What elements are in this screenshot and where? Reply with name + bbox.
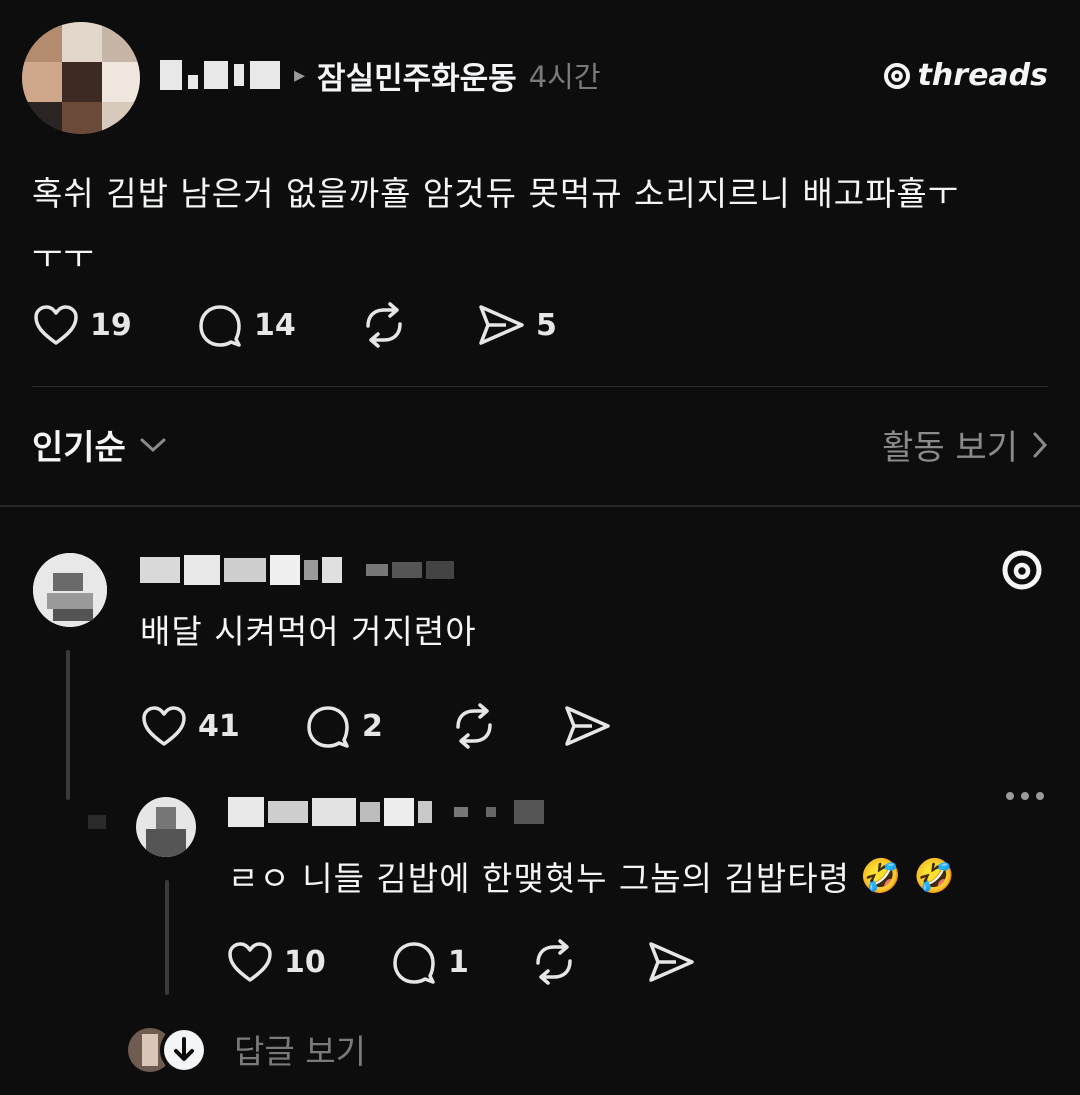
sort-label: 인기순: [32, 428, 126, 468]
post-meta: ▸ 잠실민주화운동 4시간: [160, 52, 601, 98]
thread-line: [66, 650, 70, 800]
post-actions: 19 14 5: [32, 302, 557, 348]
reply-name-blurred[interactable]: [228, 797, 544, 827]
repost-button[interactable]: [360, 302, 476, 348]
chevron-down-icon: [140, 437, 166, 453]
comment-icon: [304, 703, 352, 749]
author-name-blurred[interactable]: [160, 60, 280, 90]
comment-button[interactable]: 14: [196, 302, 360, 348]
more-icon[interactable]: [1004, 790, 1046, 802]
divider: [32, 386, 1048, 387]
share-button[interactable]: 5: [476, 302, 557, 348]
heart-icon: [226, 940, 274, 984]
comment-count: 14: [254, 307, 296, 343]
like-count: 10: [284, 944, 326, 980]
thread-line: [165, 880, 169, 995]
threads-wordmark: threads: [917, 58, 1048, 93]
repost-icon: [360, 302, 408, 348]
commenter-name-blurred[interactable]: [140, 555, 454, 585]
reply-avatar[interactable]: [136, 797, 196, 857]
comment-button[interactable]: 1: [390, 939, 530, 985]
heart-icon: [140, 704, 188, 748]
like-count: 19: [90, 307, 132, 343]
sort-dropdown[interactable]: 인기순: [32, 420, 166, 469]
share-button[interactable]: [562, 703, 612, 749]
post-time: 4시간: [528, 60, 601, 94]
threads-logo-icon: [882, 61, 912, 91]
comment-count: 2: [362, 708, 383, 744]
commenter-avatar[interactable]: [33, 553, 107, 627]
reply-actions: 10 1: [226, 939, 696, 985]
chevron-right-icon: [1032, 431, 1048, 459]
post-author-avatar[interactable]: [22, 22, 140, 134]
comment-count: 1: [448, 944, 469, 980]
repost-button[interactable]: [530, 939, 646, 985]
comment-icon: [390, 939, 438, 985]
heart-icon: [32, 303, 80, 347]
post-text-line: ㅜㅜ: [32, 237, 95, 276]
section-separator: [0, 505, 1080, 507]
share-icon: [476, 302, 526, 348]
view-activity-label: 활동 보기: [882, 428, 1018, 468]
like-button[interactable]: 41: [140, 704, 304, 748]
share-icon: [646, 939, 696, 985]
threads-logo-icon: [1000, 548, 1044, 592]
repost-icon: [530, 939, 578, 985]
thread-connector: [88, 815, 106, 829]
like-button[interactable]: 10: [226, 940, 390, 984]
repost-icon: [450, 703, 498, 749]
emoji: 🤣 🤣: [859, 856, 956, 895]
post-topic[interactable]: 잠실민주화운동: [317, 53, 517, 98]
share-icon: [562, 703, 612, 749]
comment-actions: 41 2: [140, 703, 612, 749]
share-count: 5: [536, 307, 557, 343]
chevron-right-icon: ▸: [294, 62, 306, 88]
share-button[interactable]: [646, 939, 696, 985]
view-activity-link[interactable]: 활동 보기: [882, 420, 1048, 469]
post-text: 혹쉬 김밥 남은거 없을까횰 암것듀 못먹규 소리지르니 배고파횰ㅜ ㅜㅜ: [32, 162, 1062, 288]
comment-button[interactable]: 2: [304, 703, 450, 749]
like-count: 41: [198, 708, 240, 744]
like-button[interactable]: 19: [32, 303, 196, 347]
repost-button[interactable]: [450, 703, 562, 749]
view-replies-link[interactable]: 답글 보기: [234, 1025, 366, 1073]
threads-brand: threads: [882, 58, 1048, 93]
comment-icon: [196, 302, 244, 348]
reply-text: ㄹㅇ 니들 김밥에 한맺혓누 그놈의 김밥타령: [228, 859, 850, 898]
reply-text-row: ㄹㅇ 니들 김밥에 한맺혓누 그놈의 김밥타령 🤣 🤣: [228, 852, 956, 900]
arrow-down-icon[interactable]: [160, 1026, 208, 1074]
post-text-line: 혹쉬 김밥 남은거 없을까횰 암것듀 못먹규 소리지르니 배고파횰ㅜ: [32, 174, 960, 213]
comment-text: 배달 시켜먹어 거지련아: [140, 612, 477, 651]
